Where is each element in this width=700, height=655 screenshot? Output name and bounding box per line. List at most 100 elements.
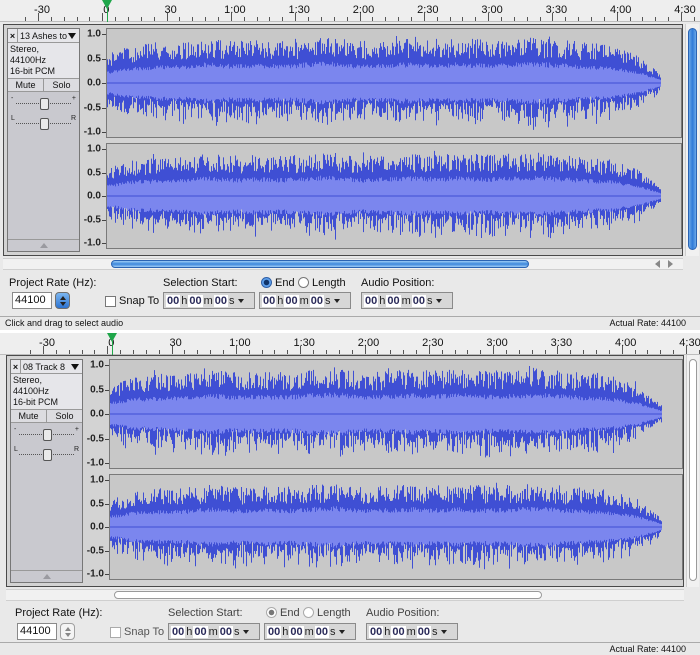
ruler-tick	[539, 17, 541, 21]
gain-slider-knob[interactable]	[43, 429, 52, 441]
horizontal-scrollbar[interactable]	[6, 589, 684, 601]
collapse-icon	[42, 574, 51, 579]
ruler-tick	[140, 17, 142, 21]
ruler-tick	[590, 17, 592, 21]
ruler-label: 2:30	[422, 337, 444, 349]
time-digits: 00	[309, 294, 325, 307]
close-icon[interactable]: ×	[11, 360, 21, 373]
vertical-scroll-thumb[interactable]	[689, 359, 697, 581]
ruler-tick	[513, 17, 515, 21]
length-radio[interactable]	[298, 277, 309, 288]
dropdown-arrow-icon[interactable]	[440, 629, 447, 634]
ruler-tick	[668, 17, 670, 21]
track-title-bar[interactable]: × 13 Ashes to	[8, 29, 79, 43]
gain-slider[interactable]: - +	[11, 426, 82, 443]
project-rate-stepper[interactable]	[60, 623, 75, 640]
mute-button[interactable]: Mute	[11, 410, 47, 422]
time-unit: m	[208, 625, 218, 638]
waveform-channel-right[interactable]	[109, 474, 683, 580]
pan-slider[interactable]: L R	[8, 115, 79, 132]
dropdown-arrow-icon[interactable]	[237, 298, 244, 303]
solo-button[interactable]: Solo	[44, 79, 79, 91]
waveform-channel-right[interactable]	[106, 143, 682, 249]
dropdown-arrow-icon[interactable]	[435, 298, 442, 303]
waveform-channel-left[interactable]	[109, 359, 683, 469]
selection-start-time[interactable]: 00 h 00 m 00 s	[163, 292, 255, 309]
selection-end-time[interactable]: 00 h 00 m 00 s	[264, 623, 356, 640]
pan-slider-knob[interactable]	[40, 118, 49, 130]
ruler-tick	[153, 17, 155, 21]
end-radio[interactable]	[261, 277, 272, 288]
track-panel: × 13 Ashes to Stereo, 44100Hz 16-bit PCM…	[3, 24, 683, 256]
audio-position-time[interactable]: 00 h 00 m 00 s	[366, 623, 458, 640]
solo-button[interactable]: Solo	[47, 410, 82, 422]
time-digits: 00	[262, 294, 277, 307]
audacity-window-top: -300301:001:302:002:303:003:304:004:30 ×…	[0, 0, 700, 330]
ruler-tick	[320, 17, 322, 21]
scroll-left-icon[interactable]	[655, 260, 660, 268]
ruler-label: 2:00	[357, 337, 380, 349]
end-radio[interactable]	[266, 607, 277, 618]
ruler-tick	[603, 17, 605, 21]
scroll-right-icon[interactable]	[668, 260, 673, 268]
waveform-channel-left[interactable]	[106, 28, 682, 138]
time-digits: 00	[213, 294, 229, 307]
collapse-button[interactable]	[8, 239, 79, 251]
timeline-ruler[interactable]: -300301:001:302:002:303:003:304:004:30	[0, 333, 700, 355]
ruler-tick	[385, 17, 387, 21]
dropdown-arrow-icon[interactable]	[242, 629, 249, 634]
pan-right-label: R	[73, 446, 79, 453]
project-rate-input[interactable]: 44100	[12, 292, 52, 309]
stepper-up-icon	[64, 626, 71, 631]
track-title-bar[interactable]: × 08 Track 8	[11, 360, 82, 374]
ruler-label: 1:00	[224, 4, 246, 16]
audio-position-time[interactable]: 00 h 00 m 00 s	[361, 292, 453, 309]
ruler-label: 3:30	[550, 337, 573, 349]
vertical-scroll-thumb[interactable]	[688, 28, 697, 250]
end-radio-label: End	[275, 277, 295, 289]
gain-slider-knob[interactable]	[40, 98, 49, 110]
project-rate-input[interactable]: 44100	[17, 623, 57, 640]
ruler-label: 30	[164, 4, 177, 16]
ruler-tick	[642, 17, 644, 21]
time-digits: 00	[166, 294, 181, 307]
time-digits: 00	[284, 294, 299, 307]
track-menu-arrow-icon[interactable]	[71, 363, 79, 370]
track-info: Stereo, 44100Hz 16-bit PCM	[8, 43, 79, 78]
pan-slider-knob[interactable]	[43, 449, 52, 461]
selection-start-time[interactable]: 00 h 00 m 00 s	[168, 623, 260, 640]
timeline-ruler[interactable]: -300301:001:302:002:303:003:304:004:30	[0, 0, 700, 22]
gain-plus-label: +	[71, 95, 76, 102]
mute-button[interactable]: Mute	[8, 79, 44, 91]
amplitude-label: 1.0	[87, 28, 101, 40]
length-radio[interactable]	[303, 607, 314, 618]
track-name[interactable]: 08 Track 8	[21, 362, 71, 372]
horizontal-scroll-thumb[interactable]	[111, 260, 529, 268]
playhead-line	[107, 8, 108, 22]
actual-rate: Actual Rate: 44100	[609, 644, 686, 654]
actual-rate: Actual Rate: 44100	[609, 318, 686, 328]
selection-end-time[interactable]: 00 h 00 m 00 s	[259, 292, 351, 309]
ruler-tick	[25, 17, 27, 21]
amplitude-axis-left: 1.0 0.5 0.0 -0.5 -1.0	[84, 359, 109, 469]
snap-to-checkbox[interactable]	[105, 296, 116, 307]
vertical-scrollbar[interactable]	[685, 24, 699, 256]
horizontal-scrollbar[interactable]	[3, 258, 683, 270]
project-rate-stepper[interactable]	[55, 292, 70, 309]
ruler-tick	[634, 350, 636, 354]
dropdown-arrow-icon[interactable]	[338, 629, 345, 634]
collapse-button[interactable]	[11, 570, 82, 582]
gain-slider[interactable]: - +	[8, 95, 79, 112]
snap-to-checkbox[interactable]	[110, 627, 121, 638]
ruler-tick	[578, 17, 580, 21]
ruler-tick	[81, 350, 83, 354]
dropdown-arrow-icon[interactable]	[333, 298, 340, 303]
vertical-scrollbar[interactable]	[686, 355, 699, 587]
close-icon[interactable]: ×	[8, 29, 18, 42]
amplitude-label: -1.0	[86, 568, 104, 580]
gain-minus-label: -	[14, 426, 17, 433]
track-name[interactable]: 13 Ashes to	[18, 31, 68, 41]
pan-slider[interactable]: L R	[11, 446, 82, 463]
horizontal-scroll-thumb[interactable]	[114, 591, 542, 599]
track-menu-arrow-icon[interactable]	[68, 32, 76, 39]
